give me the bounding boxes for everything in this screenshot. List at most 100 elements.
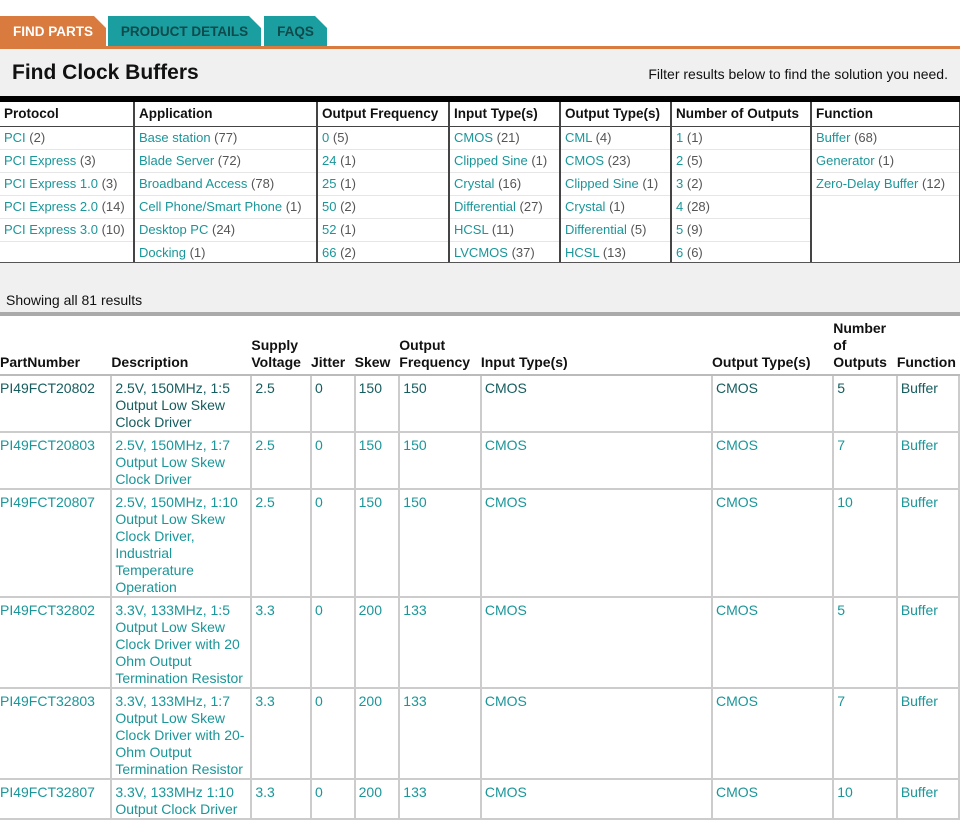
facet-option[interactable]: 6 (6) <box>672 242 810 262</box>
table-cell[interactable]: Buffer <box>895 597 960 689</box>
table-cell[interactable]: CMOS <box>711 375 835 433</box>
table-cell[interactable]: 150 <box>353 489 401 598</box>
table-cell[interactable]: 200 <box>353 688 401 780</box>
part-number-link[interactable]: PI49FCT20803 <box>0 432 113 490</box>
table-cell[interactable]: 5 <box>832 375 898 433</box>
tab-product-details[interactable]: PRODUCT DETAILS <box>108 16 261 47</box>
table-cell[interactable]: CMOS <box>479 432 714 490</box>
facet-option-link[interactable]: HCSL <box>565 245 599 260</box>
table-cell[interactable]: Buffer <box>895 375 960 433</box>
facet-option-link[interactable]: 4 <box>676 199 683 214</box>
facet-option-link[interactable]: PCI <box>4 130 26 145</box>
table-cell[interactable]: 133 <box>398 779 482 820</box>
facet-option-link[interactable]: Zero-Delay Buffer <box>816 176 918 191</box>
table-cell[interactable]: 7 <box>832 688 898 780</box>
facet-option[interactable]: 52 (1) <box>318 219 448 242</box>
facet-option[interactable]: Base station (77) <box>135 127 316 150</box>
facet-option-link[interactable]: HCSL <box>454 222 488 237</box>
table-cell[interactable]: 2.5 <box>250 432 312 490</box>
table-cell[interactable]: 200 <box>353 597 401 689</box>
table-row[interactable]: PI49FCT20807 2.5V, 150MHz, 1:10 Output Lo… <box>0 489 960 598</box>
facet-option-link[interactable]: PCI Express 1.0 <box>4 176 98 191</box>
column-header[interactable]: Input Type(s) <box>480 318 713 376</box>
facet-option-link[interactable]: Blade Server <box>139 153 214 168</box>
table-cell[interactable]: CMOS <box>479 597 714 689</box>
facet-option[interactable]: 66 (2) <box>318 242 448 262</box>
table-cell[interactable]: 133 <box>398 688 482 780</box>
facet-option[interactable]: PCI Express (3) <box>0 150 133 173</box>
facet-option-link[interactable]: Cell Phone/Smart Phone <box>139 199 282 214</box>
facet-option-link[interactable]: 50 <box>322 199 336 214</box>
column-header[interactable]: PartNumber <box>0 318 112 376</box>
table-cell[interactable]: 150 <box>353 432 401 490</box>
facet-option[interactable]: HCSL (13) <box>561 242 670 262</box>
facet-option-link[interactable]: 52 <box>322 222 336 237</box>
facet-option[interactable]: LVCMOS (37) <box>450 242 559 262</box>
table-row[interactable]: PI49FCT32802 3.3V, 133MHz, 1:5 Output Low… <box>0 597 960 689</box>
table-cell[interactable]: 3.3V, 133MHz 1:10 Output Clock Driver <box>110 779 253 820</box>
facet-option-link[interactable]: CML <box>565 130 592 145</box>
table-row[interactable]: PI49FCT20803 2.5V, 150MHz, 1:7 Output Low… <box>0 432 960 490</box>
facet-option[interactable]: CMOS (21) <box>450 127 559 150</box>
facet-option-link[interactable]: PCI Express 2.0 <box>4 199 98 214</box>
column-header[interactable]: Skew <box>354 318 400 376</box>
facet-option[interactable]: Desktop PC (24) <box>135 219 316 242</box>
table-row[interactable]: PI49FCT32807 3.3V, 133MHz 1:10 Output Clo… <box>0 779 960 820</box>
facet-option[interactable]: Generator (1) <box>812 150 959 173</box>
column-header[interactable]: Description <box>111 318 252 376</box>
facet-option[interactable]: 50 (2) <box>318 196 448 219</box>
column-header[interactable]: Output Frequency <box>399 318 481 376</box>
facet-option[interactable]: PCI Express 2.0 (14) <box>0 196 133 219</box>
facet-option-link[interactable]: 24 <box>322 153 336 168</box>
table-cell[interactable]: Buffer <box>895 432 960 490</box>
table-cell[interactable]: CMOS <box>479 688 714 780</box>
facet-option[interactable]: 3 (2) <box>672 173 810 196</box>
facet-option[interactable]: Broadband Access (78) <box>135 173 316 196</box>
table-cell[interactable]: 0 <box>309 489 356 598</box>
facet-option[interactable]: Blade Server (72) <box>135 150 316 173</box>
facet-option-link[interactable]: 25 <box>322 176 336 191</box>
facet-option-link[interactable]: Generator <box>816 153 875 168</box>
table-cell[interactable]: 150 <box>398 432 482 490</box>
facet-option-link[interactable]: Crystal <box>565 199 605 214</box>
facet-option[interactable]: Clipped Sine (1) <box>561 173 670 196</box>
facet-option-link[interactable]: Broadband Access <box>139 176 247 191</box>
column-header[interactable]: Output Type(s) <box>712 318 834 376</box>
table-cell[interactable]: CMOS <box>711 432 835 490</box>
facet-option[interactable]: Cell Phone/Smart Phone (1) <box>135 196 316 219</box>
facet-option[interactable]: PCI Express 3.0 (10) <box>0 219 133 242</box>
tab-find-parts[interactable]: FIND PARTS <box>0 16 106 47</box>
facet-option-link[interactable]: 1 <box>676 130 683 145</box>
facet-option[interactable]: Zero-Delay Buffer (12) <box>812 173 959 196</box>
table-cell[interactable]: CMOS <box>479 375 714 433</box>
table-cell[interactable]: 2.5V, 150MHz, 1:5 Output Low Skew Clock … <box>110 375 253 433</box>
table-cell[interactable]: 2.5V, 150MHz, 1:10 Output Low Skew Clock… <box>110 489 253 598</box>
facet-option[interactable]: Differential (27) <box>450 196 559 219</box>
facet-option[interactable]: CMOS (23) <box>561 150 670 173</box>
facet-option-link[interactable]: 5 <box>676 222 683 237</box>
facet-option[interactable]: 5 (9) <box>672 219 810 242</box>
table-cell[interactable]: 0 <box>309 779 356 820</box>
facet-option-link[interactable]: 0 <box>322 130 329 145</box>
table-cell[interactable]: 2.5 <box>250 375 312 433</box>
table-cell[interactable]: 0 <box>309 688 356 780</box>
facet-option[interactable]: PCI (2) <box>0 127 133 150</box>
table-cell[interactable]: 3.3 <box>250 779 312 820</box>
column-header[interactable]: Number of Outputs <box>833 318 897 376</box>
table-cell[interactable]: 7 <box>832 432 898 490</box>
table-cell[interactable]: CMOS <box>711 779 835 820</box>
facet-option[interactable]: 4 (28) <box>672 196 810 219</box>
facet-option[interactable]: 25 (1) <box>318 173 448 196</box>
table-cell[interactable]: 133 <box>398 597 482 689</box>
facet-option-link[interactable]: 3 <box>676 176 683 191</box>
facet-option[interactable]: CML (4) <box>561 127 670 150</box>
table-cell[interactable]: 3.3V, 133MHz, 1:5 Output Low Skew Clock … <box>110 597 253 689</box>
table-row[interactable]: PI49FCT32803 3.3V, 133MHz, 1:7 Output Low… <box>0 688 960 780</box>
table-cell[interactable]: 150 <box>398 375 482 433</box>
facet-option[interactable]: 1 (1) <box>672 127 810 150</box>
facet-option-link[interactable]: LVCMOS <box>454 245 508 260</box>
table-cell[interactable]: 3.3 <box>250 597 312 689</box>
facet-option-link[interactable]: 2 <box>676 153 683 168</box>
facet-option-link[interactable]: Clipped Sine <box>454 153 528 168</box>
facet-option[interactable]: Docking (1) <box>135 242 316 262</box>
